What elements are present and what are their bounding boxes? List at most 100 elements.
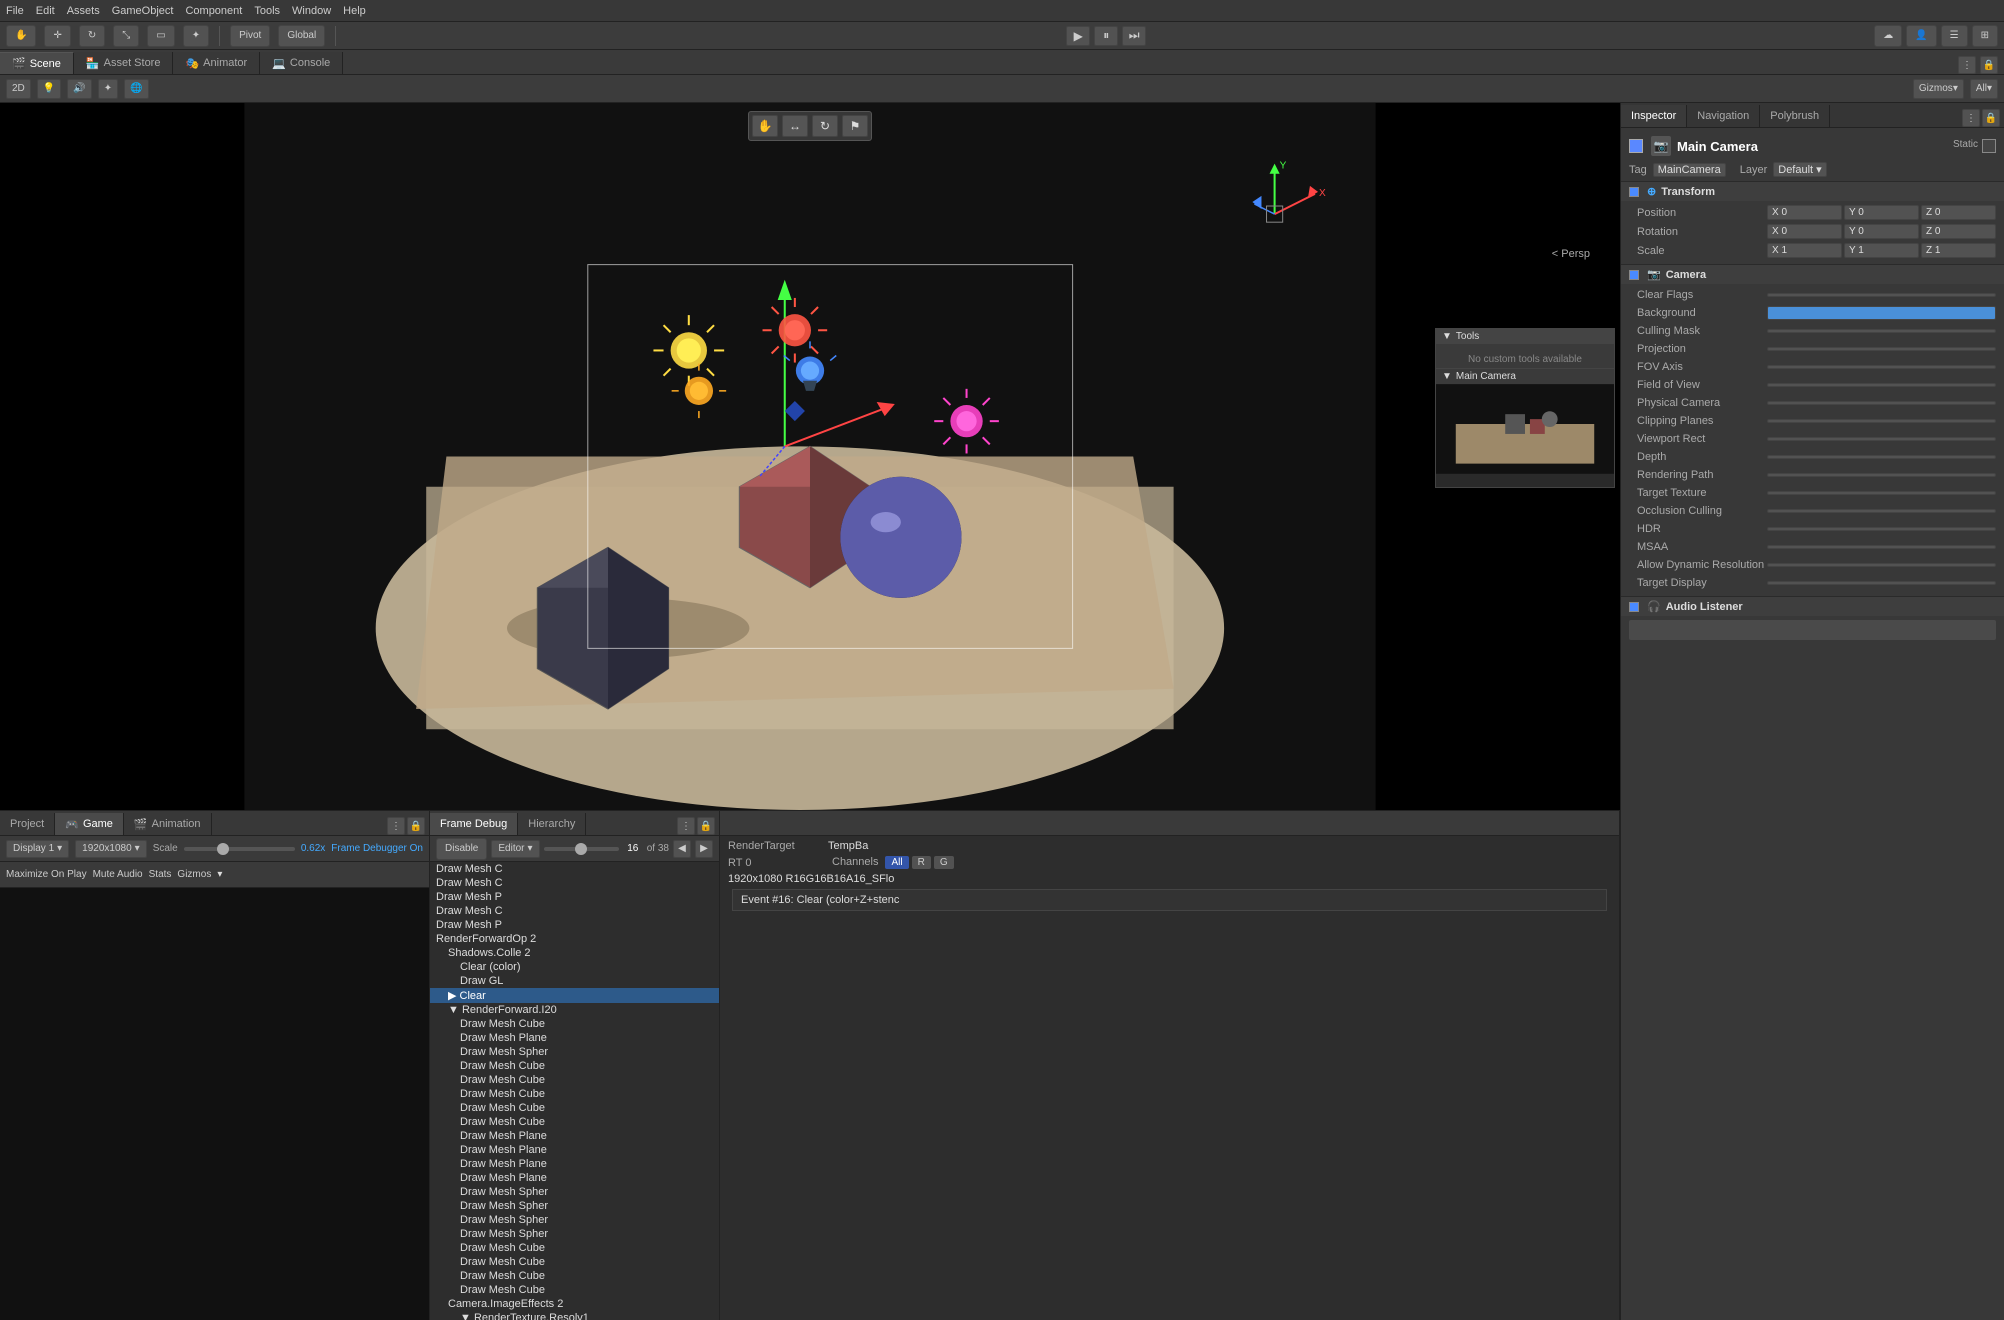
hierarchy-item-dms-4[interactable]: Draw Mesh Spher (430, 1213, 719, 1227)
disable-btn[interactable]: Disable (436, 838, 487, 860)
field-value[interactable] (1767, 329, 1996, 333)
fx-btn[interactable]: ✦ (98, 79, 118, 99)
hierarchy-item-cam-img[interactable]: Camera.ImageEffects 2 (430, 1297, 719, 1311)
hierarchy-item-draw-gl[interactable]: Draw GL (430, 974, 719, 988)
hand-tool[interactable]: ✋ (6, 25, 36, 47)
hierarchy-item-clear-color[interactable]: Clear (color) (430, 960, 719, 974)
field-value[interactable] (1767, 581, 1996, 585)
camera-header[interactable]: 📷 Camera (1621, 265, 2004, 284)
tab-frame-debug[interactable]: Frame Debug (430, 813, 518, 835)
bottom-left-lock[interactable]: 🔒 (407, 817, 425, 835)
stats-label[interactable]: Stats (149, 869, 172, 880)
hierarchy-item-dmc-9[interactable]: Draw Mesh Cube (430, 1269, 719, 1283)
field-value[interactable] (1767, 473, 1996, 477)
field-value[interactable] (1767, 491, 1996, 495)
hierarchy-item-dm-cube-3[interactable]: Draw Mesh C (430, 904, 719, 918)
scene-viewport[interactable]: Y X ✋ ↔ ↻ ⚑ < Pers (0, 103, 1620, 810)
hierarchy-item-dmp-1[interactable]: Draw Mesh Plane (430, 1031, 719, 1045)
pivot-btn[interactable]: Pivot (230, 25, 270, 47)
menu-assets[interactable]: Assets (67, 5, 100, 17)
all-channel-btn[interactable]: All (885, 856, 908, 869)
mute-label[interactable]: Mute Audio (93, 869, 143, 880)
tab-navigation[interactable]: Navigation (1687, 105, 1760, 127)
menu-file[interactable]: File (6, 5, 24, 17)
field-value[interactable] (1767, 383, 1996, 387)
nav-next[interactable]: ▶ (695, 840, 713, 858)
field-value[interactable] (1767, 419, 1996, 423)
hierarchy-item-dmc-1[interactable]: Draw Mesh Cube (430, 1017, 719, 1031)
tab-asset-store[interactable]: 🏪 Asset Store (74, 52, 174, 74)
hierarchy-item-dm-cube-1[interactable]: Draw Mesh C (430, 862, 719, 876)
scale-value[interactable]: X 1 Y 1 Z 1 (1767, 243, 1996, 258)
hierarchy-item-shadows[interactable]: Shadows.Colle 2 (430, 946, 719, 960)
hierarchy-item-dmc-3[interactable]: Draw Mesh Cube (430, 1073, 719, 1087)
hierarchy-item-dmc-10[interactable]: Draw Mesh Cube (430, 1283, 719, 1297)
hierarchy-item-dmc-8[interactable]: Draw Mesh Cube (430, 1255, 719, 1269)
transform-header[interactable]: ⊕ Transform (1621, 182, 2004, 201)
flag-tool-scene[interactable]: ⚑ (842, 115, 868, 137)
scale-tool[interactable]: ⤡ (113, 25, 139, 47)
field-value[interactable] (1767, 293, 1996, 297)
move-tool-scene[interactable]: ↔ (782, 115, 808, 137)
step-button[interactable]: ⏭ (1122, 26, 1146, 46)
account-btn[interactable]: 👤 (1906, 25, 1936, 47)
menu-window[interactable]: Window (292, 5, 331, 17)
skybox-btn[interactable]: 🌐 (124, 79, 148, 99)
menu-component[interactable]: Component (185, 5, 242, 17)
combined-tool[interactable]: ✦ (183, 25, 209, 47)
tab-scene[interactable]: 🎬 Scene (0, 52, 74, 74)
hierarchy-item-dm-plane-2[interactable]: Draw Mesh P (430, 918, 719, 932)
game-gizmos-label[interactable]: Gizmos (177, 869, 211, 880)
tab-project[interactable]: Project (0, 813, 55, 835)
position-value[interactable]: X 0 Y 0 Z 0 (1767, 205, 1996, 220)
menu-tools[interactable]: Tools (254, 5, 280, 17)
hierarchy-item-dmp-3[interactable]: Draw Mesh Plane (430, 1143, 719, 1157)
tag-value[interactable]: MainCamera (1653, 163, 1726, 177)
hierarchy-item-dms-5[interactable]: Draw Mesh Spher (430, 1227, 719, 1241)
display-dropdown[interactable]: Display 1 ▾ (6, 840, 69, 858)
hierarchy-item-dmc-2[interactable]: Draw Mesh Cube (430, 1059, 719, 1073)
tab-game[interactable]: 🎮 Game (55, 813, 124, 835)
panel-options-btn[interactable]: ⋮ (1958, 56, 1976, 74)
field-value[interactable] (1767, 545, 1996, 549)
rotate-tool-scene[interactable]: ↻ (812, 115, 838, 137)
field-value[interactable] (1767, 509, 1996, 513)
play-button[interactable]: ▶ (1066, 26, 1090, 46)
hierarchy-item-dmp-2[interactable]: Draw Mesh Plane (430, 1129, 719, 1143)
object-active-checkbox[interactable] (1629, 139, 1643, 153)
field-value[interactable] (1767, 455, 1996, 459)
field-value[interactable] (1767, 527, 1996, 531)
hierarchy-item-dms-3[interactable]: Draw Mesh Spher (430, 1199, 719, 1213)
audio-listener-header[interactable]: 🎧 Audio Listener (1621, 597, 2004, 616)
menu-gameobject[interactable]: GameObject (112, 5, 174, 17)
layout-btn[interactable]: ⊞ (1972, 25, 1998, 47)
layers-btn[interactable]: ☰ (1941, 25, 1968, 47)
hierarchy-item-dmc-4[interactable]: Draw Mesh Cube (430, 1087, 719, 1101)
pause-button[interactable]: ⏸ (1094, 26, 1118, 46)
field-value[interactable] (1767, 365, 1996, 369)
inspector-options[interactable]: ⋮ (1962, 109, 1980, 127)
layer-value[interactable]: Default ▾ (1773, 162, 1826, 177)
r-channel-btn[interactable]: R (912, 856, 931, 869)
hierarchy-item-dmp-5[interactable]: Draw Mesh Plane (430, 1171, 719, 1185)
g-channel-btn[interactable]: G (934, 856, 954, 869)
rotate-tool[interactable]: ↻ (79, 25, 105, 47)
gizmos-btn[interactable]: Gizmos ▾ (1913, 79, 1964, 99)
hierarchy-item-dmp-4[interactable]: Draw Mesh Plane (430, 1157, 719, 1171)
collab-btn[interactable]: ☁ (1874, 25, 1902, 47)
panel-lock-btn[interactable]: 🔒 (1980, 56, 1998, 74)
hierarchy-item-dms-2[interactable]: Draw Mesh Spher (430, 1185, 719, 1199)
hierarchy-item-dmc-6[interactable]: Draw Mesh Cube (430, 1115, 719, 1129)
tab-inspector[interactable]: Inspector (1621, 105, 1687, 127)
lighting-btn[interactable]: 💡 (37, 79, 61, 99)
field-value[interactable] (1767, 563, 1996, 567)
fd-options[interactable]: ⋮ (677, 817, 695, 835)
field-value[interactable] (1767, 401, 1996, 405)
tab-console[interactable]: 💻 Console (260, 52, 343, 74)
menu-help[interactable]: Help (343, 5, 366, 17)
menu-edit[interactable]: Edit (36, 5, 55, 17)
bottom-left-options[interactable]: ⋮ (387, 817, 405, 835)
inspector-lock[interactable]: 🔒 (1982, 109, 2000, 127)
field-value[interactable] (1767, 347, 1996, 351)
resolution-dropdown[interactable]: 1920x1080 ▾ (75, 840, 147, 858)
